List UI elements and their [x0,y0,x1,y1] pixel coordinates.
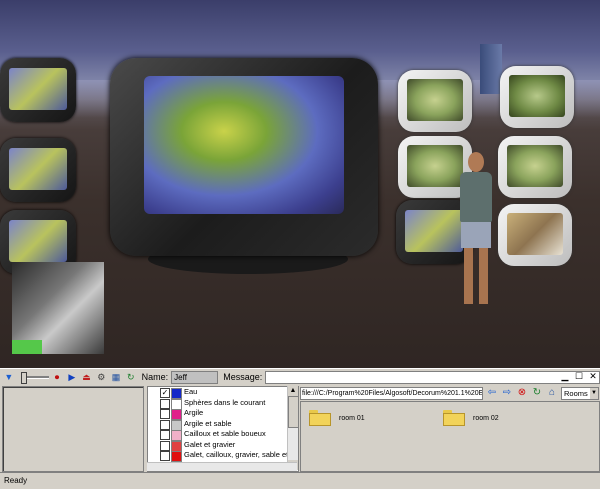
surface-checkbox[interactable] [160,440,170,451]
surface-label: Argile et sable [184,418,232,428]
list-item[interactable]: Argile [148,408,298,420]
monitor-screen [509,75,565,117]
surface-list-items: ✓ Eau Sphères dans le courant Argile Argile … [148,387,299,462]
surface-label: Galet et gravier [184,439,236,449]
message-label: Message: [223,372,263,382]
maximize-icon[interactable]: ☐ [574,371,584,381]
monitor-screen [9,68,67,110]
list-hscrollbar[interactable] [147,462,297,471]
refresh-icon[interactable]: ↻ [125,371,137,383]
surface-label: Cailloux et sable boueux [184,429,266,438]
folder-room-01[interactable]: room 01 [309,410,365,426]
network-icon[interactable]: ▦ [110,371,122,383]
close-icon[interactable]: ✕ [588,371,598,381]
navigation-bar: file:///C:/Program%20Files/Algosoft/Deco… [300,386,600,400]
chevron-down-icon: ▼ [590,387,598,399]
record-icon[interactable]: ⏺ [51,371,63,383]
monitor-left-2[interactable] [0,138,76,202]
monitor-right-2[interactable] [500,66,574,128]
avatar-leg [464,248,473,304]
avatar-shorts [461,222,491,248]
list-item[interactable]: Argile et sable [148,418,298,431]
surface-checkbox[interactable] [160,430,170,440]
name-field[interactable]: Jeff [171,370,219,384]
play-icon[interactable]: ▶ [66,371,78,383]
surface-label: Galet, cailloux, gravier, sable et bou [184,450,299,459]
big-monitor[interactable] [110,58,378,256]
folder-label: room 01 [339,414,365,422]
slider-thumb[interactable] [20,372,27,384]
monitor-screen [9,220,67,262]
surface-checkbox[interactable] [160,409,170,419]
image-panel-green-patch [12,340,42,354]
avatar-torso [460,172,492,222]
speed-slider[interactable] [20,371,49,384]
monitor-screen [9,148,67,190]
folder-view[interactable]: room 01 room 02 [300,401,600,472]
monitor-left-1[interactable] [0,58,76,122]
surface-checkbox[interactable] [160,451,170,461]
monitor-right-4[interactable] [498,136,572,198]
back-arrow-icon[interactable]: ⇦ [486,387,498,399]
surface-list[interactable]: ✓ Eau Sphères dans le courant Argile Argile … [147,386,299,472]
monitor-screen [507,145,563,187]
list-item[interactable]: ✓ Eau [148,387,298,399]
forward-arrow-icon[interactable]: ⇨ [501,387,513,399]
monitor-screen [507,213,563,255]
surface-label: Sphères dans le courant [184,397,266,407]
chevron-down-icon[interactable]: ▼ [3,371,15,383]
stop-icon[interactable]: ⊗ [516,387,528,399]
view-select[interactable]: Rooms ▼ [561,386,599,400]
list-item[interactable]: Cailloux et sable boueux [148,429,298,441]
toolbar: ▼ ⏺ ▶ ⏏ ⚙ ▦ ↻ Name: Jeff Message: ▁ ☐ ✕ [0,368,600,385]
status-text: Ready [4,476,28,485]
chat-pane[interactable] [2,386,144,472]
name-label: Name: [141,372,169,382]
surface-label: Argile [184,408,204,417]
folder-label: room 02 [473,414,499,422]
monitor-screen [407,79,463,121]
monitor-right-6[interactable] [498,204,572,266]
surface-checkbox[interactable] [160,398,170,409]
monitor-right-1[interactable] [398,70,472,132]
folder-icon [443,410,465,426]
3d-scene-viewport[interactable] [0,0,600,368]
home-icon[interactable]: ⌂ [546,387,558,399]
avatar-leg [479,248,488,304]
url-field[interactable]: file:///C:/Program%20Files/Algosoft/Deco… [300,386,483,400]
eject-icon[interactable]: ⏏ [81,371,93,383]
scrollbar-thumb[interactable] [288,396,299,428]
list-item[interactable]: Galet et gravier [148,439,298,452]
folder-icon [309,410,331,426]
list-item[interactable]: Sphères dans le courant [148,397,298,410]
refresh-icon[interactable]: ↻ [531,387,543,399]
list-scrollbar[interactable]: ▲ ▼ [287,386,299,470]
view-select-value: Rooms [564,388,588,398]
surface-label: Eau [184,387,198,396]
folder-room-02[interactable]: room 02 [443,410,499,426]
background-pillar [480,44,502,94]
status-bar: Ready [0,472,600,489]
settings-icon[interactable]: ⚙ [95,371,107,383]
big-monitor-screen [144,76,344,214]
scroll-up-icon[interactable]: ▲ [288,386,298,396]
avatar-head [468,152,484,172]
avatar[interactable] [455,152,497,308]
surface-checkbox[interactable] [160,419,170,430]
message-field[interactable] [265,370,600,384]
minimize-icon[interactable]: ▁ [560,371,570,381]
list-item[interactable]: Galet, cailloux, gravier, sable et bou [148,450,299,462]
surface-checkbox[interactable]: ✓ [160,388,170,398]
color-swatch [171,451,182,462]
